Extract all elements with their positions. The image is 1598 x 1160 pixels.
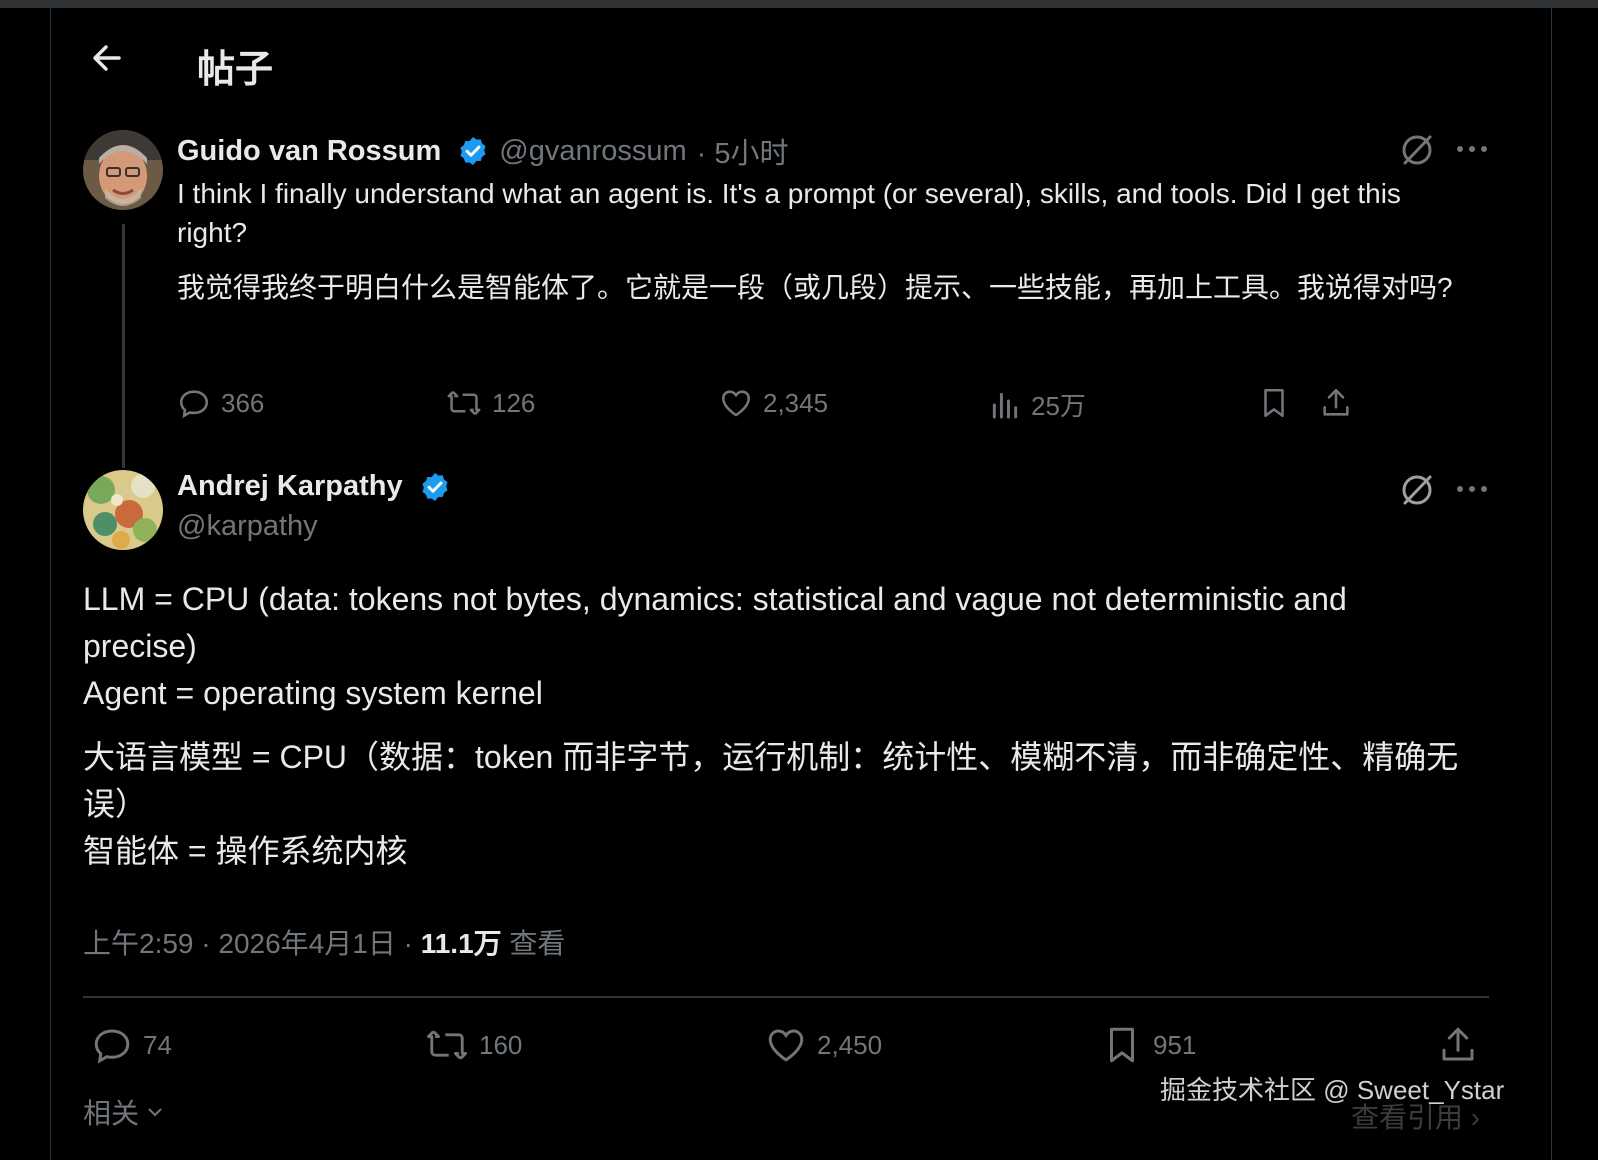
grok-icon[interactable] (1397, 470, 1437, 510)
author-handle[interactable]: @karpathy (177, 510, 318, 543)
verified-badge-icon (457, 135, 489, 167)
related-label: 相关 (83, 1098, 140, 1129)
like-button[interactable]: 2,450 (765, 1024, 882, 1066)
share-button[interactable] (1437, 1024, 1479, 1066)
post-text-zh: 我觉得我终于明白什么是智能体了。它就是一段（或几段）提示、一些技能，再加上工具。… (177, 272, 1453, 303)
chevron-down-icon (145, 1102, 165, 1122)
share-icon (1437, 1024, 1479, 1066)
post-column: 帖子 Guido van Rossum @gvanrossum · 5小时 I … (50, 8, 1552, 1160)
verified-badge-icon (419, 471, 451, 503)
watermark: 掘金技术社区 @ Sweet_Ystar (1160, 1075, 1505, 1105)
thread-line (122, 224, 125, 468)
views-label: 查看 (501, 928, 566, 959)
like-button[interactable]: 2,345 (719, 386, 828, 420)
parent-post-header: Guido van Rossum @gvanrossum · 5小时 (177, 130, 789, 172)
reply-count: 366 (221, 387, 265, 418)
views-count: 25万 (1031, 391, 1086, 421)
related-toggle[interactable]: 相关 (83, 1092, 165, 1132)
back-arrow-icon[interactable] (87, 38, 127, 78)
main-post-header: Andrej Karpathy (177, 470, 451, 503)
window-top-bar (0, 0, 1598, 8)
grok-icon[interactable] (1397, 130, 1437, 170)
reply-button[interactable]: 366 (177, 386, 264, 420)
repost-count: 160 (479, 1029, 523, 1060)
bookmark-button[interactable] (1257, 386, 1291, 420)
author-name[interactable]: Guido van Rossum (177, 135, 441, 168)
reply-icon (91, 1024, 133, 1066)
bookmark-icon (1101, 1024, 1143, 1066)
share-icon (1319, 386, 1353, 420)
bookmark-icon (1257, 386, 1291, 420)
page-title: 帖子 (197, 49, 274, 91)
heart-icon (719, 386, 753, 420)
post-timestamp[interactable]: 上午2:59 · 2026年4月1日 · (83, 928, 421, 959)
views-count: 11.1万 (420, 928, 502, 959)
repost-icon (446, 386, 482, 420)
more-options-icon[interactable] (1457, 146, 1487, 152)
avatar-karpathy[interactable] (83, 470, 163, 550)
bookmark-count: 951 (1153, 1029, 1197, 1060)
post-time[interactable]: · 5小时 (697, 130, 789, 172)
bookmark-button[interactable]: 951 (1101, 1024, 1196, 1066)
divider (83, 996, 1489, 998)
share-button[interactable] (1319, 386, 1353, 420)
post-text-en-1: LLM = CPU (data: tokens not bytes, dynam… (83, 581, 1347, 664)
repost-button[interactable]: 126 (446, 386, 535, 420)
post-text-zh-1: 大语言模型 = CPU（数据：token 而非字节，运行机制：统计性、模糊不清，… (83, 739, 1459, 822)
avatar-guido[interactable] (83, 130, 163, 210)
reply-button[interactable]: 74 (91, 1024, 172, 1066)
repost-button[interactable]: 160 (425, 1024, 522, 1066)
post-text-zh-2: 智能体 = 操作系统内核 (83, 833, 408, 869)
like-count: 2,450 (817, 1029, 883, 1060)
post-text-en-2: Agent = operating system kernel (83, 675, 543, 711)
author-name[interactable]: Andrej Karpathy (177, 470, 403, 503)
reply-icon (177, 386, 211, 420)
author-handle[interactable]: @gvanrossum (499, 135, 686, 168)
more-options-icon[interactable] (1457, 486, 1487, 492)
reply-count: 74 (143, 1029, 172, 1060)
like-count: 2,345 (763, 387, 829, 418)
heart-icon (765, 1024, 807, 1066)
post-text-en: I think I finally understand what an age… (177, 178, 1401, 248)
views-chart-icon (989, 388, 1021, 422)
repost-count: 126 (492, 387, 536, 418)
post-meta: 上午2:59 · 2026年4月1日 · 11.1万 查看 (83, 922, 565, 962)
repost-icon (425, 1024, 469, 1066)
views-button[interactable]: 25万 (989, 386, 1086, 423)
